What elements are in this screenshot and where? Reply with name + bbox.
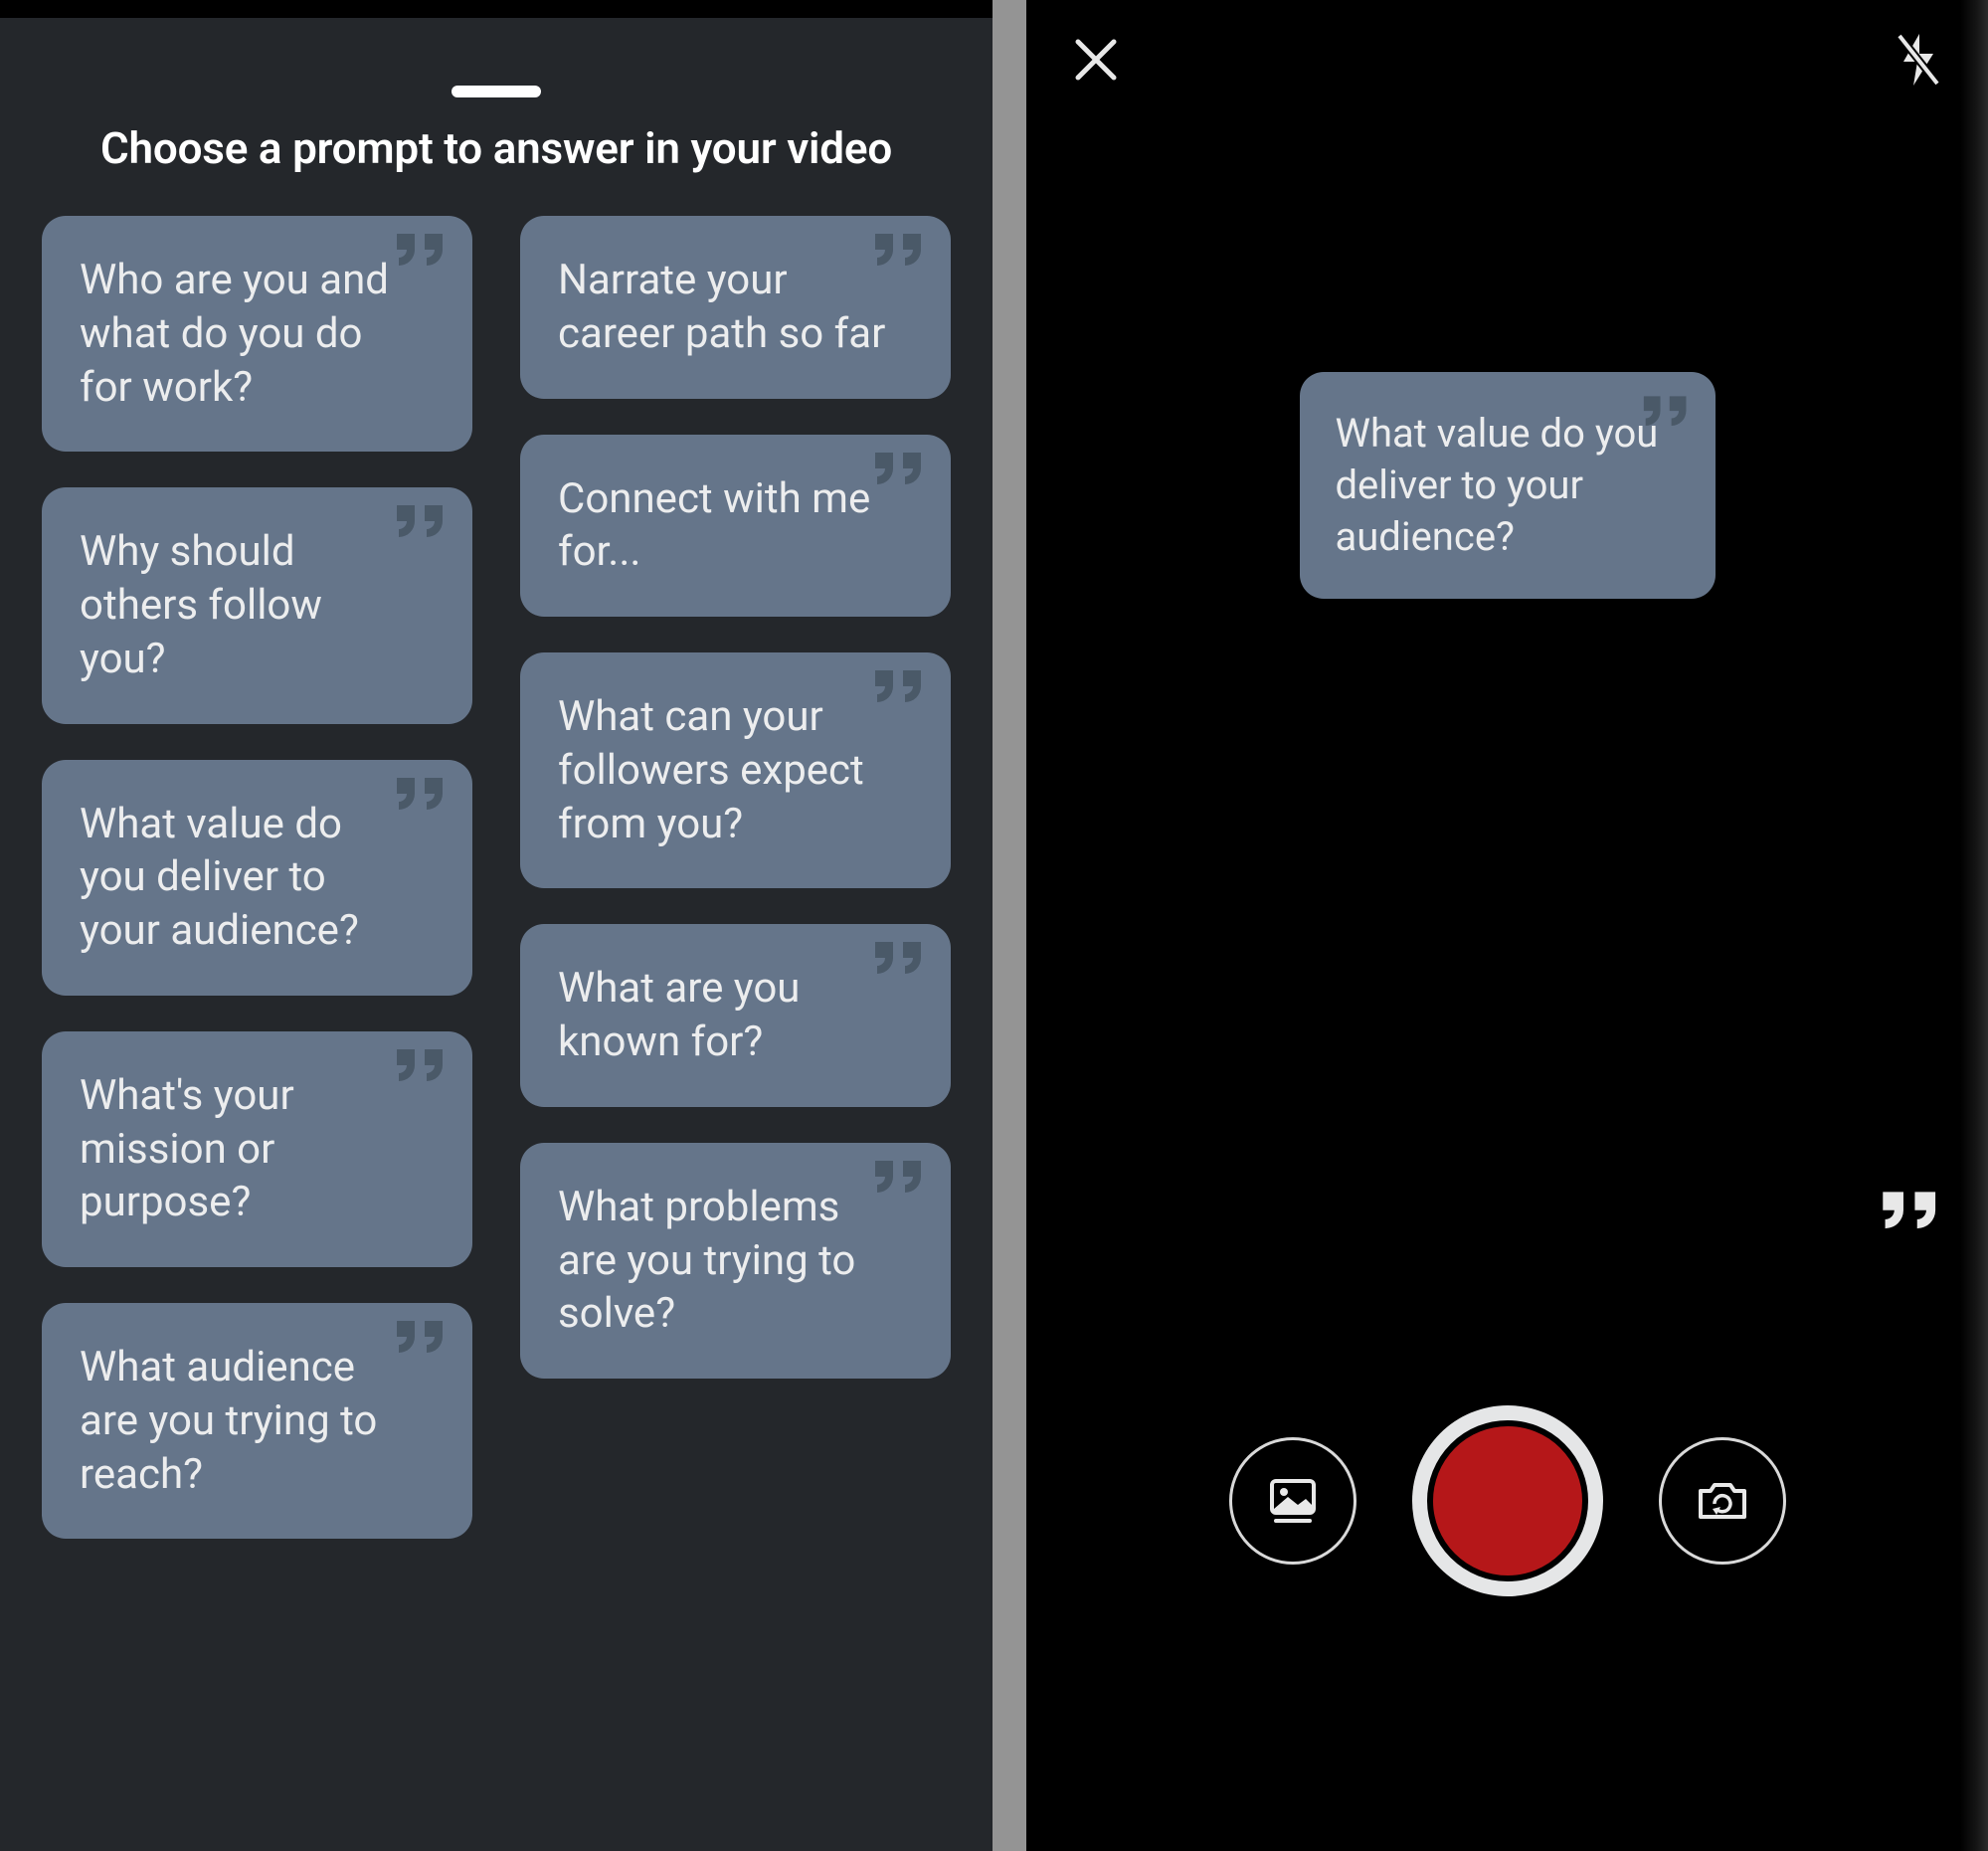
open-prompts-button[interactable]: [1881, 1190, 1942, 1235]
prompt-card[interactable]: What's your mission or purpose?: [42, 1031, 472, 1267]
quote-icon: [873, 232, 927, 272]
prompt-text: What are you known for?: [558, 964, 800, 1066]
camera-panel: What value do you de­liver to your audie…: [1026, 0, 1988, 1851]
quote-icon: [395, 1047, 449, 1087]
camera-controls: [1026, 1405, 1988, 1596]
selected-prompt-text: What value do you de­liver to your audie…: [1336, 410, 1659, 560]
record-button[interactable]: [1412, 1405, 1603, 1596]
prompt-card[interactable]: Who are you and what do you do for work?: [42, 216, 472, 452]
quote-icon: [395, 1319, 449, 1359]
prompt-text: What can your followers expect from you?: [558, 692, 864, 848]
status-bar-gap: [0, 0, 993, 18]
prompt-column-a: Who are you and what do you do for work?…: [42, 216, 472, 1539]
prompt-card[interactable]: What are you known for?: [520, 924, 951, 1107]
prompt-text: What value do you deliver to your audien…: [80, 800, 359, 956]
quote-icon: [395, 776, 449, 816]
prompt-column-b: Narrate your career path so far Connect …: [520, 216, 951, 1379]
pane-divider: [993, 0, 1026, 1851]
close-icon: [1072, 36, 1120, 84]
quote-icon: [873, 1159, 927, 1199]
quote-icon: [873, 668, 927, 708]
prompt-text: What's your mission or purpose?: [80, 1071, 294, 1227]
prompt-text: Who are you and what do you do for work?: [80, 256, 389, 412]
prompt-chooser-panel: Choose a prompt to answer in your video …: [0, 0, 993, 1851]
quote-icon: [873, 940, 927, 980]
prompt-card[interactable]: What problems are you trying to solve?: [520, 1143, 951, 1379]
camera-flip-icon: [1695, 1477, 1750, 1525]
camera-top-bar: [1026, 24, 1988, 95]
prompt-card[interactable]: Narrate your career path so far: [520, 216, 951, 399]
sheet-grabber-area[interactable]: [0, 18, 993, 121]
prompt-text: Why should others follow you?: [80, 527, 322, 683]
quote-icon: [395, 232, 449, 272]
gallery-button[interactable]: [1229, 1437, 1356, 1565]
prompt-card[interactable]: Why should others follow you?: [42, 487, 472, 723]
quote-icon: [1642, 394, 1692, 432]
flip-camera-button[interactable]: [1659, 1437, 1786, 1565]
close-button[interactable]: [1060, 24, 1132, 95]
prompt-card[interactable]: Connect with me for...: [520, 435, 951, 618]
sheet-title: Choose a prompt to answer in your video: [0, 121, 993, 216]
prompt-text: What problems are you trying to solve?: [558, 1183, 855, 1339]
quote-icon: [873, 451, 927, 490]
drag-handle-icon[interactable]: [452, 86, 541, 97]
quote-icon: [1881, 1190, 1942, 1235]
prompt-grid: Who are you and what do you do for work?…: [0, 216, 993, 1539]
prompt-text: Connect with me for...: [558, 474, 870, 577]
prompt-card[interactable]: What audience are you trying to reach?: [42, 1303, 472, 1539]
prompt-text: What audience are you trying to reach?: [80, 1343, 377, 1499]
prompt-card[interactable]: What value do you deliver to your audien…: [42, 760, 472, 996]
selected-prompt-bubble[interactable]: What value do you de­liver to your audie…: [1300, 372, 1716, 599]
gallery-icon: [1266, 1477, 1320, 1525]
prompt-text: Narrate your career path so far: [558, 256, 885, 358]
quote-icon: [395, 503, 449, 543]
flash-off-icon: [1894, 32, 1943, 88]
record-indicator-icon: [1427, 1420, 1588, 1581]
flash-toggle-button[interactable]: [1883, 24, 1954, 95]
prompt-card[interactable]: What can your followers expect from you?: [520, 652, 951, 888]
